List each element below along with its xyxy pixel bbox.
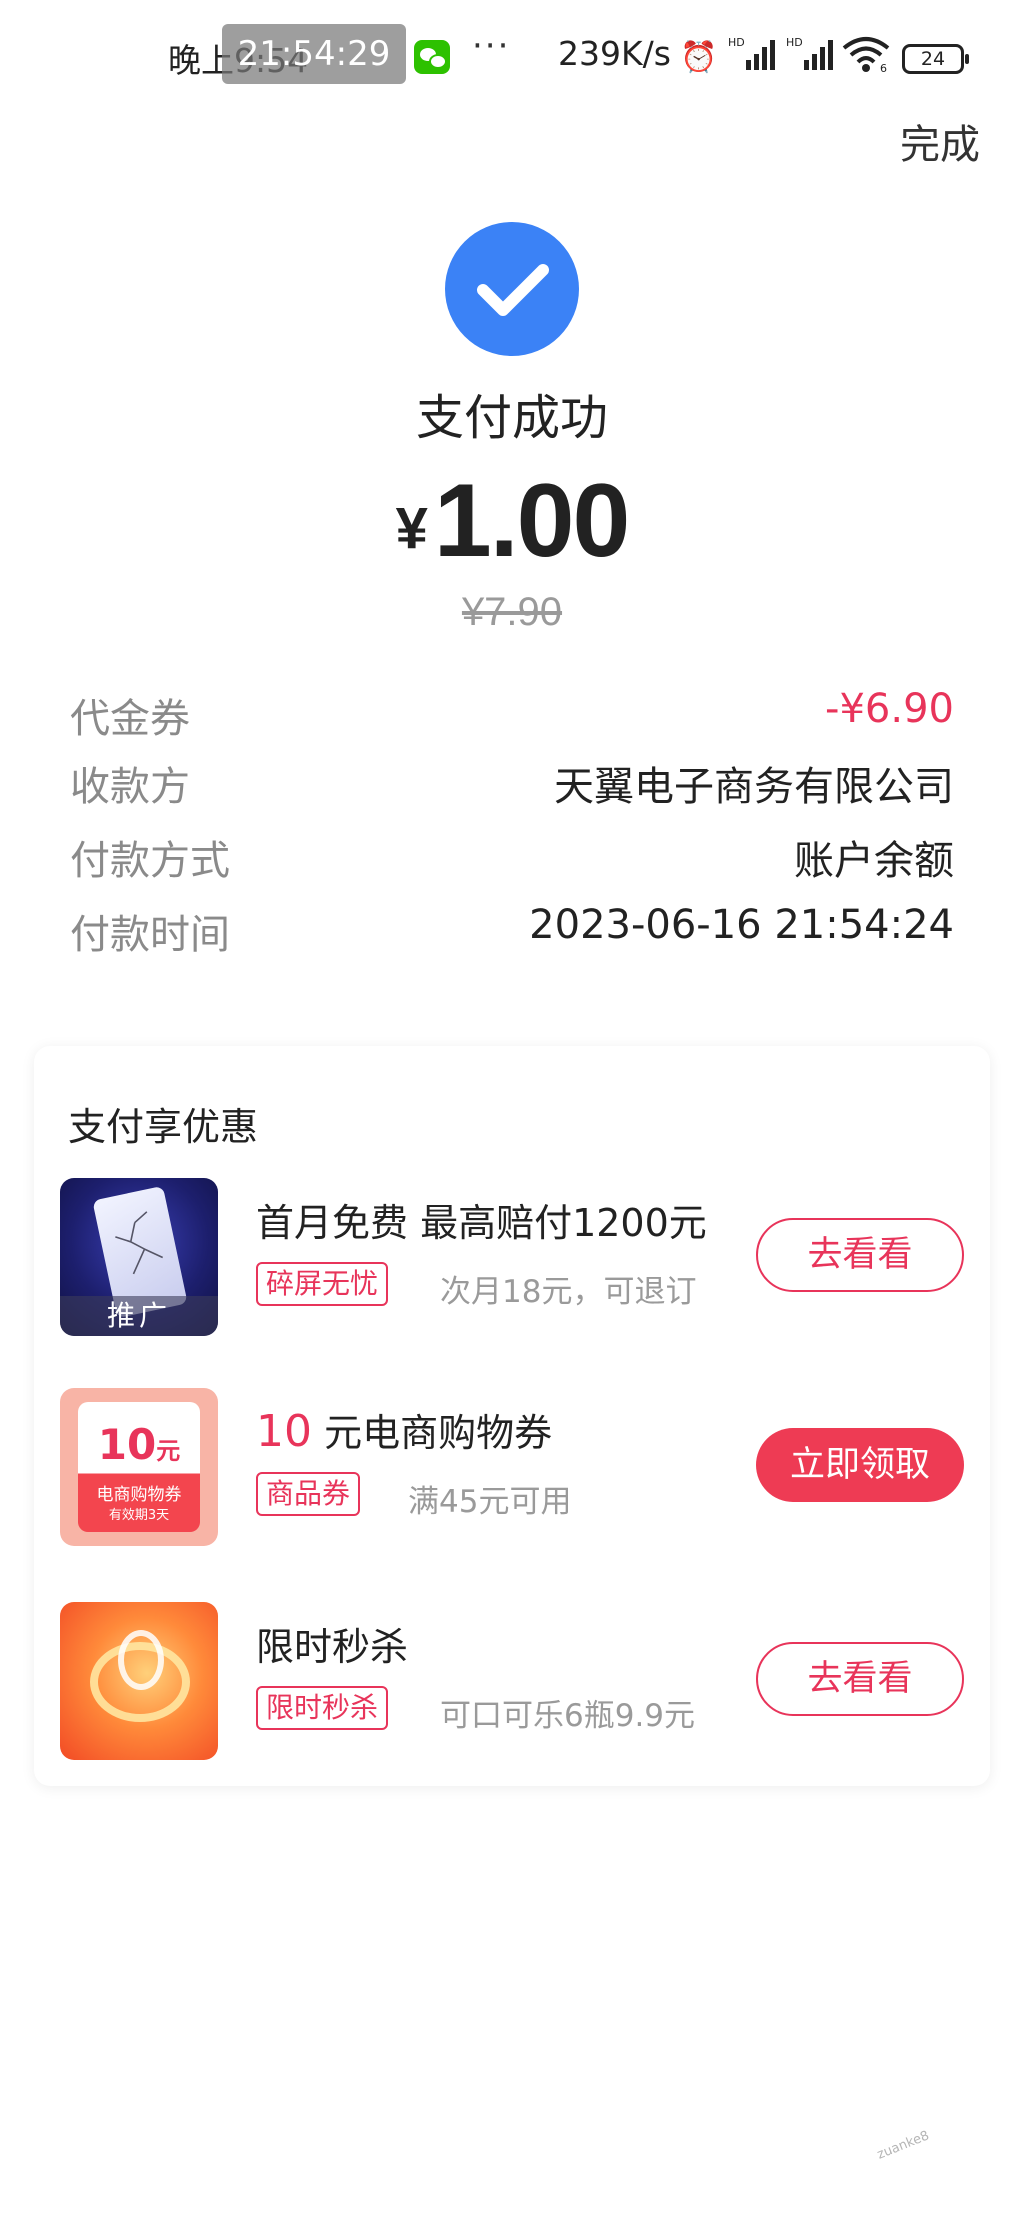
promo-badge: 推广 <box>60 1296 218 1336</box>
flash-sale-image <box>60 1602 218 1760</box>
promo-subtitle: 可口可乐6瓶9.9元 <box>440 1698 696 1734</box>
svg-text:6: 6 <box>880 62 887 74</box>
coupon-image-amount: 10 <box>97 1420 157 1469</box>
promo-item-title: 限时秒杀 <box>256 1625 409 1669</box>
detail-row-payee: 收款方 天翼电子商务有限公司 <box>70 754 954 810</box>
promo-card: 支付享优惠 推广 首月免费 最高赔付1200元 碎屏无忧 次月18元，可退订 去… <box>34 1046 990 1786</box>
detail-label: 付款方式 <box>70 838 230 884</box>
coupon-image: 10元 电商购物券 有效期3天 <box>60 1388 218 1546</box>
detail-row-voucher: 代金券 -¥6.90 <box>70 686 954 742</box>
promo-tag: 限时秒杀 <box>256 1686 389 1730</box>
svg-text:HD: HD <box>728 36 745 49</box>
coupon-image-unit: 元 <box>156 1437 181 1465</box>
coupon-image-validity: 有效期3天 <box>108 1508 170 1523</box>
view-button[interactable]: 去看看 <box>756 1642 964 1716</box>
wechat-notification-icon <box>414 40 450 74</box>
detail-value: 账户余额 <box>794 838 954 884</box>
claim-now-button[interactable]: 立即领取 <box>756 1428 964 1502</box>
paid-amount: ¥1.00 <box>0 462 1024 581</box>
svg-text:HD: HD <box>786 36 803 49</box>
coupon-title-text: 元电商购物券 <box>324 1411 553 1455</box>
coupon-image-name: 电商购物券 <box>96 1485 182 1505</box>
view-button[interactable]: 去看看 <box>756 1218 964 1292</box>
watermark-image: zuanke8 <box>875 2128 932 2163</box>
detail-label: 收款方 <box>70 764 190 810</box>
promo-item-title: 10 元电商购物券 <box>256 1402 552 1457</box>
promo-item-screen-insurance[interactable]: 推广 首月免费 最高赔付1200元 碎屏无忧 次月18元，可退订 去看看 <box>60 1178 964 1336</box>
promo-item-title: 首月免费 最高赔付1200元 <box>256 1201 707 1245</box>
original-price: ¥7.90 <box>461 590 563 634</box>
signal-icon-2: HD <box>786 36 834 80</box>
currency-symbol: ¥ <box>395 496 428 561</box>
more-notifications-icon: ··· <box>472 26 511 66</box>
detail-value: 2023-06-16 21:54:24 <box>529 902 954 948</box>
detail-value: 天翼电子商务有限公司 <box>554 764 954 810</box>
promo-item-flash-sale[interactable]: 限时秒杀 限时秒杀 可口可乐6瓶9.9元 去看看 <box>60 1602 964 1760</box>
promo-item-coupon[interactable]: 10元 电商购物券 有效期3天 10 元电商购物券 商品券 满45元可用 立即领… <box>60 1388 964 1546</box>
detail-row-method: 付款方式 账户余额 <box>70 828 954 884</box>
detail-label: 代金券 <box>70 696 190 742</box>
signal-icon: HD <box>728 36 776 80</box>
payment-success-title: 支付成功 <box>415 390 608 446</box>
coupon-amount-highlight: 10 <box>256 1406 312 1457</box>
promo-tag: 碎屏无忧 <box>256 1262 389 1306</box>
network-speed: 239K/s <box>558 34 671 73</box>
detail-label: 付款时间 <box>70 912 230 958</box>
done-button[interactable]: 完成 <box>900 112 980 170</box>
promo-tag: 商品券 <box>256 1472 361 1516</box>
promo-subtitle: 满45元可用 <box>408 1484 572 1520</box>
amount-value: 1.00 <box>433 463 630 579</box>
check-circle-icon <box>445 222 579 356</box>
promo-title: 支付享优惠 <box>68 1105 259 1149</box>
detail-value: -¥6.90 <box>825 686 954 732</box>
alarm-icon: ⏰ <box>680 40 718 75</box>
detail-row-time: 付款时间 2023-06-16 21:54:24 <box>70 902 954 958</box>
wifi-icon: 6 <box>842 36 890 82</box>
cracked-phone-image: 推广 <box>60 1178 218 1336</box>
battery-icon: 24 <box>902 44 969 74</box>
status-bar: 晚上9:54 21:54:29 ··· 239K/s ⏰ HD HD 6 24 <box>0 0 1024 120</box>
promo-subtitle: 次月18元，可退订 <box>440 1274 697 1310</box>
screen-record-clock: 21:54:29 <box>222 24 406 84</box>
